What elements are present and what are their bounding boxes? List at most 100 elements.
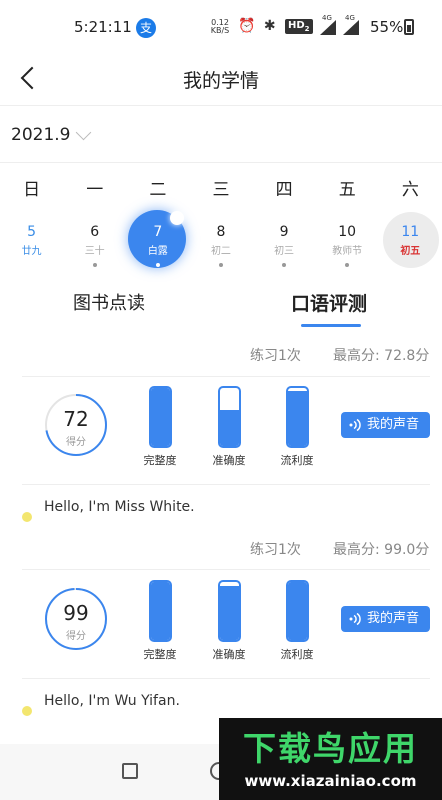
weekday-label: 六 [401,180,419,200]
metric-completeness: 完整度 [130,386,190,468]
hd-label: HD [288,20,305,31]
activity-dot [282,263,287,267]
content-tabs: 图书点读 口语评测 [0,285,442,335]
date-number: 7 [153,224,163,240]
page-title: 我的学情 [182,70,259,92]
date-cell-selected[interactable]: 7 白露 [126,208,189,274]
speaker-icon [349,419,361,431]
app-header: 我的学情 [0,56,442,106]
weekday-label: 日 [23,180,41,200]
metric-label: 流利度 [280,454,314,467]
week-dates: 5 廿九 6 三十 7 白露 8 初二 9 初三 10 教师节 11 初五 [0,208,442,274]
metric-bar-fill [287,390,307,446]
site-watermark: 下载鸟应用 www.xiazainiao.com [219,718,442,800]
divider [22,484,430,485]
sentence-text[interactable]: Hello, I'm Miss White. [44,499,195,515]
metric-fluency: 流利度 [267,386,327,468]
hd-sub-label: 2 [304,25,310,33]
metric-accuracy: 准确度 [199,580,259,662]
active-tab-indicator [301,324,361,327]
network-speed: 0.12 KB/S [210,18,230,35]
score-label: 得分 [66,437,86,448]
metric-label: 流利度 [280,648,314,661]
metric-bar-fill [287,582,307,640]
hd-volte-icon: HD2 [285,19,313,34]
practice-count: 练习1次 [250,542,301,558]
date-number: 6 [90,224,100,240]
score-label: 得分 [66,631,86,642]
date-number: 5 [27,224,37,240]
date-cell[interactable]: 8 初二 [189,208,252,274]
sentence-dot [22,512,32,522]
metric-label: 准确度 [212,648,246,661]
metric-fluency: 流利度 [267,580,327,662]
my-voice-button[interactable]: 我的声音 [341,412,430,438]
weekday-label: 五 [338,180,356,200]
date-cell[interactable]: 10 教师节 [316,208,379,274]
date-cell[interactable]: 5 廿九 [0,208,63,274]
metric-bar [217,386,241,448]
score-value: 99 [63,601,89,625]
date-number: 11 [401,224,420,240]
divider [22,376,430,377]
signal-icon-2 [343,20,359,35]
metric-bar-fill [219,410,239,446]
lunar-date: 三十 [84,246,105,257]
metric-bar-fill [150,388,170,446]
metric-accuracy: 准确度 [199,386,259,468]
score-ring: 72 得分 [45,394,107,456]
chevron-down-icon[interactable] [75,124,92,141]
lunar-date: 教师节 [332,246,363,257]
speaker-icon [349,613,361,625]
date-number: 9 [279,224,289,240]
weekday-label: 四 [275,180,293,200]
date-cell[interactable]: 9 初三 [253,208,316,274]
alarm-bluetooth-icons: ⏰ ✱ [238,18,278,34]
best-score: 最高分: 99.0分 [333,542,430,558]
recent-apps-icon[interactable] [122,763,138,779]
metric-bar-fill [150,582,170,640]
metric-bar [148,386,172,448]
watermark-title: 下载鸟应用 [243,729,418,768]
highlight-spark [170,211,185,225]
weekday-label: 二 [149,180,167,200]
metric-label: 准确度 [212,454,246,467]
metric-bar [148,580,172,642]
date-cell[interactable]: 6 三十 [63,208,126,274]
tab-oral-assessment[interactable]: 口语评测 [291,289,367,316]
today-date-bubble [382,212,439,268]
date-cell-today[interactable]: 11 初五 [379,208,442,274]
divider [22,678,430,679]
score-ring: 99 得分 [45,588,107,650]
weekday-label: 一 [86,180,104,200]
month-label[interactable]: 2021.9 [11,125,70,145]
signal-icon-1 [320,20,336,35]
status-time: 5:21:11 [74,18,132,36]
metric-bar [217,580,241,642]
battery-icon [404,19,414,35]
practice-count: 练习1次 [250,348,301,364]
status-bar: 5:21:11 支 0.12 KB/S ⏰ ✱ HD2 4G 4G 55% [0,0,442,56]
month-selector[interactable]: 2021.9 [0,107,442,163]
metric-label: 完整度 [143,648,177,661]
sentence-text[interactable]: Hello, I'm Wu Yifan. [44,693,180,709]
metric-bar [285,580,309,642]
watermark-url: www.xiazainiao.com [244,772,417,790]
activity-dot [218,263,223,267]
weekday-label: 三 [212,180,230,200]
my-voice-button[interactable]: 我的声音 [341,606,430,632]
tab-book-reading[interactable]: 图书点读 [73,289,145,315]
best-score: 最高分: 72.8分 [333,348,430,364]
lunar-date: 廿九 [21,246,42,257]
lunar-date: 初二 [210,246,231,257]
metric-completeness: 完整度 [130,580,190,662]
lunar-date: 初三 [274,246,295,257]
weekday-header: 日 一 二 三 四 五 六 [0,175,442,200]
battery-percent: 55% [370,18,404,36]
metric-bar [285,386,309,448]
my-voice-label: 我的声音 [367,417,420,432]
activity-dot [155,263,160,267]
alipay-notification-icon: 支 [136,18,156,38]
metric-bar-fill [219,586,239,640]
divider [22,569,430,570]
